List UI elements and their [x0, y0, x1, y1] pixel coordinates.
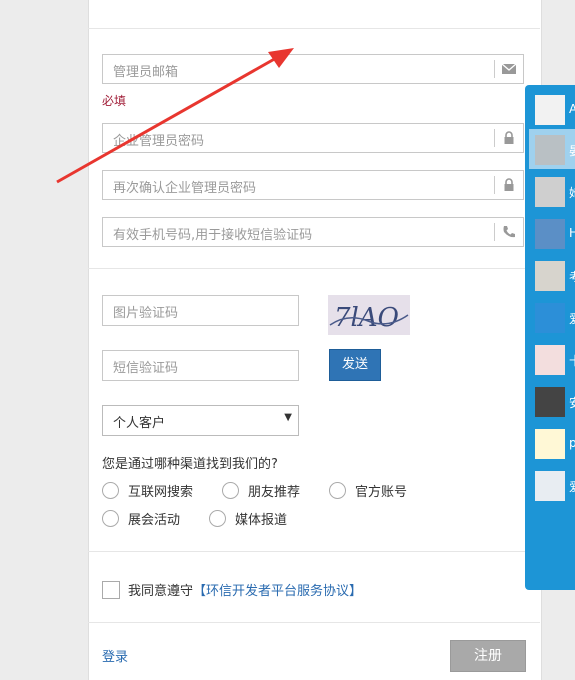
field-separator — [494, 129, 495, 147]
contact-name[interactable]: A — [569, 102, 575, 116]
divider — [88, 551, 540, 552]
envelope-icon — [501, 63, 517, 74]
radio-media[interactable]: 媒体报道 — [209, 508, 287, 528]
image-code-input[interactable]: 图片验证码 — [102, 295, 299, 326]
sms-code-placeholder: 短信验证码 — [113, 361, 179, 376]
channel-question: 您是通过哪种渠道找到我们的? — [102, 457, 278, 472]
divider — [88, 28, 540, 29]
email-placeholder: 管理员邮箱 — [113, 65, 179, 80]
contact-name[interactable]: 爱 — [569, 310, 575, 327]
customer-type-select[interactable]: 个人客户 ▼ — [102, 405, 299, 436]
contact-name[interactable]: 十 — [569, 352, 575, 369]
divider — [88, 268, 540, 269]
password-field[interactable]: 企业管理员密码 — [102, 123, 524, 153]
agreement-link[interactable]: 【环信开发者平台服务协议】 — [193, 580, 362, 599]
radio-label: 互联网搜索 — [128, 484, 194, 500]
field-separator — [494, 176, 495, 194]
contact-name[interactable]: 安 — [569, 394, 575, 411]
radio-label: 展会活动 — [128, 512, 181, 528]
confirm-password-placeholder: 再次确认企业管理员密码 — [113, 181, 257, 196]
lock-icon — [504, 178, 514, 191]
contact-avatar-anime-icon[interactable] — [535, 345, 565, 375]
radio-exhibition[interactable]: 展会活动 — [102, 508, 180, 528]
contact-name[interactable]: p — [569, 436, 575, 450]
email-field[interactable]: 管理员邮箱 — [102, 54, 524, 84]
contact-avatar-photo-icon[interactable] — [535, 177, 565, 207]
required-label: 必填 — [102, 94, 127, 108]
contact-avatar-logo-icon[interactable] — [535, 303, 565, 333]
agree-checkbox[interactable] — [102, 580, 120, 599]
contact-avatar-photo-icon[interactable] — [535, 387, 565, 417]
captcha-text: 7lAO — [334, 303, 399, 333]
customer-type-value: 个人客户 — [113, 416, 166, 431]
contact-name[interactable]: 爱 — [569, 478, 575, 495]
radio-label: 媒体报道 — [235, 512, 288, 528]
contact-avatar-photo-icon[interactable] — [535, 261, 565, 291]
contact-name[interactable]: H — [569, 226, 575, 240]
contact-avatar-photo-icon[interactable] — [535, 219, 565, 249]
contact-avatar-person-icon[interactable] — [535, 471, 565, 501]
agreement-row: 我同意遵守 【环信开发者平台服务协议】 — [102, 580, 362, 599]
phone-placeholder: 有效手机号码,用于接收短信验证码 — [113, 228, 313, 243]
radio-official-account[interactable]: 官方账号 — [329, 480, 407, 500]
lock-icon — [504, 131, 514, 144]
radio-circle[interactable] — [222, 481, 239, 499]
radio-label: 官方账号 — [355, 484, 408, 500]
phone-field[interactable]: 有效手机号码,用于接收短信验证码 — [102, 217, 524, 247]
contact-avatar-android-icon[interactable] — [535, 95, 565, 125]
captcha-graphic: 7lAO — [329, 303, 409, 333]
radio-circle[interactable] — [102, 509, 119, 527]
agree-text: 我同意遵守 — [128, 584, 194, 599]
contact-avatar-photo-icon[interactable] — [535, 135, 565, 165]
contact-name[interactable]: 她 — [569, 184, 575, 201]
contact-avatar-bulb-icon[interactable] — [535, 429, 565, 459]
field-separator — [494, 223, 495, 241]
image-code-placeholder: 图片验证码 — [113, 306, 179, 321]
radio-circle[interactable] — [329, 481, 346, 499]
captcha-image[interactable]: 7lAO — [328, 295, 410, 335]
field-separator — [494, 60, 495, 78]
dropdown-arrow-icon: ▼ — [284, 412, 292, 423]
contact-name[interactable]: 晏 — [569, 142, 575, 159]
send-sms-button[interactable]: 发送 — [329, 349, 381, 381]
login-link[interactable]: 登录 — [102, 646, 128, 665]
password-placeholder: 企业管理员密码 — [113, 134, 205, 149]
confirm-password-field[interactable]: 再次确认企业管理员密码 — [102, 170, 524, 200]
radio-circle[interactable] — [209, 509, 226, 527]
divider — [88, 622, 540, 623]
chat-contacts-panel: A晏她H考爱十安p爱 — [525, 85, 575, 590]
radio-circle[interactable] — [102, 481, 119, 499]
register-button[interactable]: 注册 — [450, 640, 526, 672]
sms-code-input[interactable]: 短信验证码 — [102, 350, 299, 381]
radio-internet-search[interactable]: 互联网搜索 — [102, 480, 193, 500]
radio-friend-referral[interactable]: 朋友推荐 — [222, 480, 300, 500]
registration-card — [88, 0, 542, 680]
contact-name[interactable]: 考 — [569, 268, 575, 285]
phone-icon — [503, 226, 515, 238]
radio-label: 朋友推荐 — [248, 484, 301, 500]
